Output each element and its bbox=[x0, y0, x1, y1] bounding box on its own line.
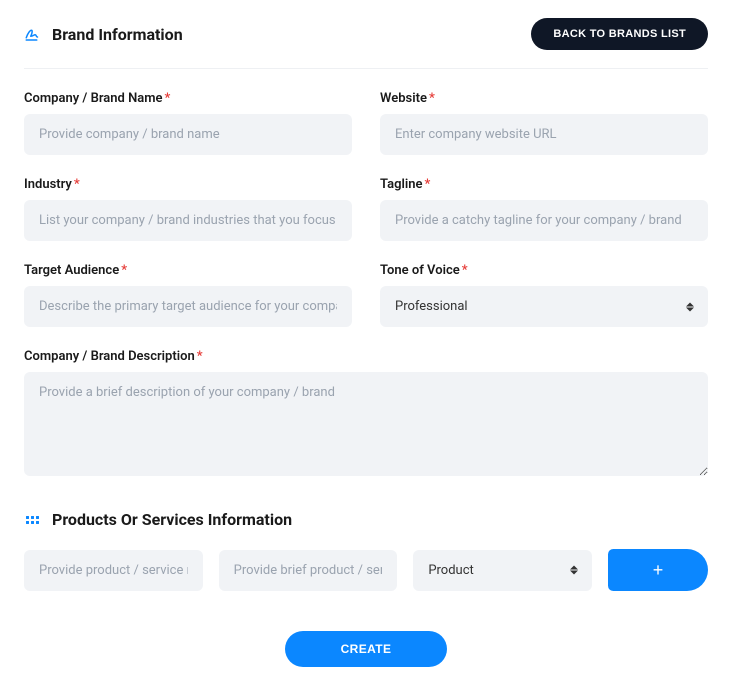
label-industry: Industry* bbox=[24, 177, 352, 192]
product-type-select[interactable]: Product bbox=[413, 550, 592, 591]
tagline-input[interactable] bbox=[380, 200, 708, 241]
form-container: Brand Information BACK TO BRANDS LIST Co… bbox=[0, 0, 732, 691]
label-text: Tone of Voice bbox=[380, 263, 460, 278]
required-marker: * bbox=[424, 177, 430, 192]
website-input[interactable] bbox=[380, 114, 708, 155]
header-left: Brand Information bbox=[24, 25, 183, 44]
brand-info-header: Brand Information BACK TO BRANDS LIST bbox=[24, 18, 708, 69]
sort-icon bbox=[570, 566, 578, 575]
products-section-header: Products Or Services Information bbox=[24, 510, 708, 529]
industry-input[interactable] bbox=[24, 200, 352, 241]
required-marker: * bbox=[74, 177, 80, 192]
label-tagline: Tagline* bbox=[380, 177, 708, 192]
label-text: Target Audience bbox=[24, 263, 119, 278]
products-section-title: Products Or Services Information bbox=[52, 510, 292, 529]
field-company-name: Company / Brand Name* bbox=[24, 91, 352, 155]
label-text: Company / Brand Name bbox=[24, 91, 163, 106]
description-textarea[interactable] bbox=[24, 372, 708, 476]
required-marker: * bbox=[197, 349, 203, 364]
field-website: Website* bbox=[380, 91, 708, 155]
label-tone: Tone of Voice* bbox=[380, 263, 708, 278]
label-text: Industry bbox=[24, 177, 72, 192]
label-website: Website* bbox=[380, 91, 708, 106]
create-row: CREATE bbox=[24, 631, 708, 667]
required-marker: * bbox=[429, 91, 435, 106]
brand-form: Company / Brand Name* Website* Industry*… bbox=[24, 91, 708, 476]
label-description: Company / Brand Description* bbox=[24, 349, 708, 364]
label-text: Company / Brand Description bbox=[24, 349, 195, 364]
required-marker: * bbox=[121, 263, 127, 278]
label-text: Tagline bbox=[380, 177, 422, 192]
field-audience: Target Audience* bbox=[24, 263, 352, 327]
create-button[interactable]: CREATE bbox=[285, 631, 448, 667]
sort-icon bbox=[686, 302, 694, 311]
page-title: Brand Information bbox=[52, 25, 183, 44]
required-marker: * bbox=[462, 263, 468, 278]
product-row: Product + bbox=[24, 549, 708, 591]
audience-input[interactable] bbox=[24, 286, 352, 327]
product-type-selected-value: Product bbox=[413, 550, 592, 591]
label-audience: Target Audience* bbox=[24, 263, 352, 278]
back-to-brands-button[interactable]: BACK TO BRANDS LIST bbox=[531, 18, 708, 50]
grid-icon bbox=[24, 511, 42, 529]
tone-selected-value: Professional bbox=[380, 286, 708, 327]
product-name-input[interactable] bbox=[24, 550, 203, 591]
product-desc-input[interactable] bbox=[219, 550, 398, 591]
label-company-name: Company / Brand Name* bbox=[24, 91, 352, 106]
plus-icon: + bbox=[653, 560, 664, 581]
add-product-button[interactable]: + bbox=[608, 549, 708, 591]
label-text: Website bbox=[380, 91, 427, 106]
signature-icon bbox=[24, 25, 42, 43]
field-tone: Tone of Voice* Professional bbox=[380, 263, 708, 327]
company-name-input[interactable] bbox=[24, 114, 352, 155]
field-industry: Industry* bbox=[24, 177, 352, 241]
required-marker: * bbox=[165, 91, 171, 106]
tone-select[interactable]: Professional bbox=[380, 286, 708, 327]
field-description: Company / Brand Description* bbox=[24, 349, 708, 476]
field-tagline: Tagline* bbox=[380, 177, 708, 241]
